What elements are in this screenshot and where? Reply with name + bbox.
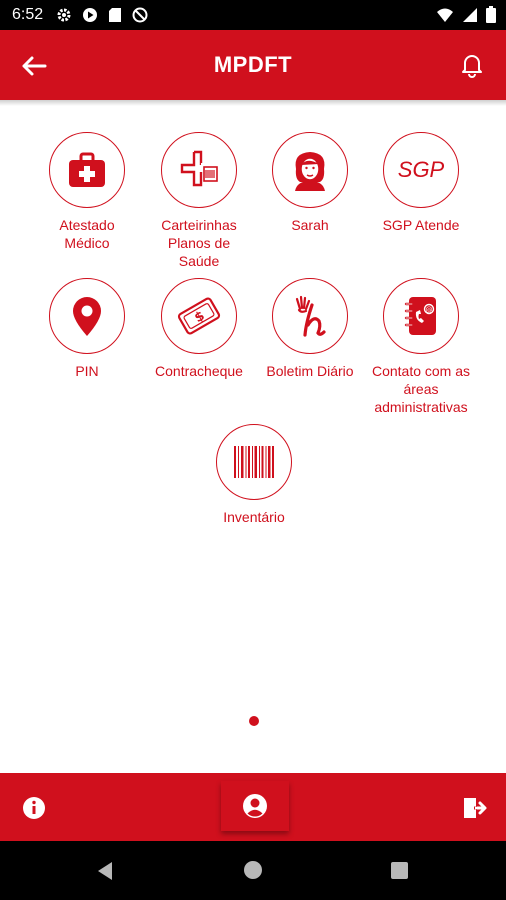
bell-icon xyxy=(462,55,482,78)
signal-icon xyxy=(463,7,477,22)
sgp-logo-icon: SGP xyxy=(397,157,445,182)
health-card-icon xyxy=(180,150,218,187)
menu-item-icon-circle xyxy=(161,132,237,208)
info-button[interactable] xyxy=(22,796,46,820)
do-not-disturb-icon xyxy=(132,7,148,23)
menu-item-label-line: Contracheque xyxy=(155,363,243,379)
system-nav-bar xyxy=(0,841,506,900)
menu-item-label-line: SGP Atende xyxy=(382,217,460,233)
menu-item-label: Carteirinhas Planos de Saúde xyxy=(140,216,258,270)
menu-item-icon-circle: @ xyxy=(383,278,459,354)
sarah-avatar-icon xyxy=(295,152,325,191)
menu-item-label: Contato com as áreas administrativas xyxy=(362,362,480,416)
triangle-back-icon xyxy=(98,862,112,880)
menu-item-label-line: Atestado xyxy=(59,217,115,233)
status-time: 6:52 xyxy=(12,6,44,23)
battery-icon xyxy=(486,6,496,23)
menu-item-icon-circle xyxy=(272,278,348,354)
payslip-icon: $ xyxy=(177,297,221,335)
nav-home-button[interactable] xyxy=(244,861,262,879)
menu-item-label-line: Médico xyxy=(64,235,110,251)
menu-item-icon-circle: $ xyxy=(161,278,237,354)
menu-item-icon-circle: SGP xyxy=(383,132,459,208)
info-icon xyxy=(23,797,45,819)
menu-item-boletim-diario[interactable]: Boletim Diário xyxy=(251,278,369,380)
menu-item-label: Contracheque xyxy=(140,362,258,380)
contact-book-icon: @ xyxy=(404,297,436,335)
menu-item-label-line: PIN xyxy=(75,363,99,379)
menu-item-label: Sarah xyxy=(251,216,369,234)
menu-item-label-line: Carteirinhas xyxy=(161,217,237,233)
menu-item-contracheque[interactable]: $ Contracheque xyxy=(140,278,258,380)
menu-item-icon-circle xyxy=(272,132,348,208)
settings-icon xyxy=(57,8,71,22)
menu-item-label-line: Sarah xyxy=(291,217,329,233)
menu-item-icon-circle xyxy=(49,278,125,354)
menu-item-sarah[interactable]: Sarah xyxy=(251,132,369,234)
menu-item-carteirinhas[interactable]: Carteirinhas Planos de Saúde xyxy=(140,132,258,270)
menu-item-label-line: Contato com as xyxy=(371,363,471,379)
menu-item-label-line: administrativas xyxy=(374,399,468,415)
notifications-button[interactable] xyxy=(456,49,488,81)
play-protect-icon xyxy=(83,8,97,22)
menu-item-sgp-atende[interactable]: SGP SGP Atende xyxy=(362,132,480,234)
map-pin-icon xyxy=(73,297,101,336)
logout-icon xyxy=(464,798,487,818)
menu-item-contato-areas[interactable]: @ Contato com as áreas administrativas xyxy=(362,278,480,416)
menu-item-label: Atestado Médico xyxy=(28,216,146,252)
daily-bulletin-icon xyxy=(295,295,326,337)
nav-back-button[interactable] xyxy=(96,861,114,886)
svg-text:@: @ xyxy=(426,306,433,314)
menu-item-label-line: Inventário xyxy=(223,509,285,525)
bottom-bar xyxy=(0,773,506,841)
page-title: MPDFT xyxy=(213,52,293,77)
menu-item-label-line: Planos de xyxy=(167,235,231,251)
wifi-icon xyxy=(437,8,453,22)
sd-card-icon xyxy=(109,8,121,22)
svg-text:$: $ xyxy=(192,309,207,327)
menu-item-pin[interactable]: PIN xyxy=(28,278,146,380)
user-profile-icon xyxy=(243,794,267,818)
app-bar: MPDFT xyxy=(0,30,506,100)
profile-tab[interactable] xyxy=(221,781,289,831)
page-indicator-dot xyxy=(249,716,259,726)
logout-button[interactable] xyxy=(462,795,488,821)
status-bar: 6:52 xyxy=(0,0,506,30)
barcode-icon xyxy=(234,446,274,478)
app-bar-shadow xyxy=(0,100,506,106)
menu-item-label: Inventário xyxy=(195,508,313,526)
menu-item-atestado-medico[interactable]: Atestado Médico xyxy=(28,132,146,252)
menu-item-label-line: Boletim Diário xyxy=(266,363,354,379)
menu-item-label: SGP Atende xyxy=(362,216,480,234)
menu-item-label-line: áreas xyxy=(403,381,439,397)
nav-recents-button[interactable] xyxy=(391,862,408,879)
menu-item-icon-circle xyxy=(49,132,125,208)
menu-item-inventario[interactable]: Inventário xyxy=(195,424,313,526)
first-aid-kit-icon xyxy=(69,152,105,187)
menu-item-label: PIN xyxy=(28,362,146,380)
menu-item-icon-circle xyxy=(216,424,292,500)
menu-item-label: Boletim Diário xyxy=(251,362,369,380)
menu-item-label-line: Saúde xyxy=(178,253,220,269)
